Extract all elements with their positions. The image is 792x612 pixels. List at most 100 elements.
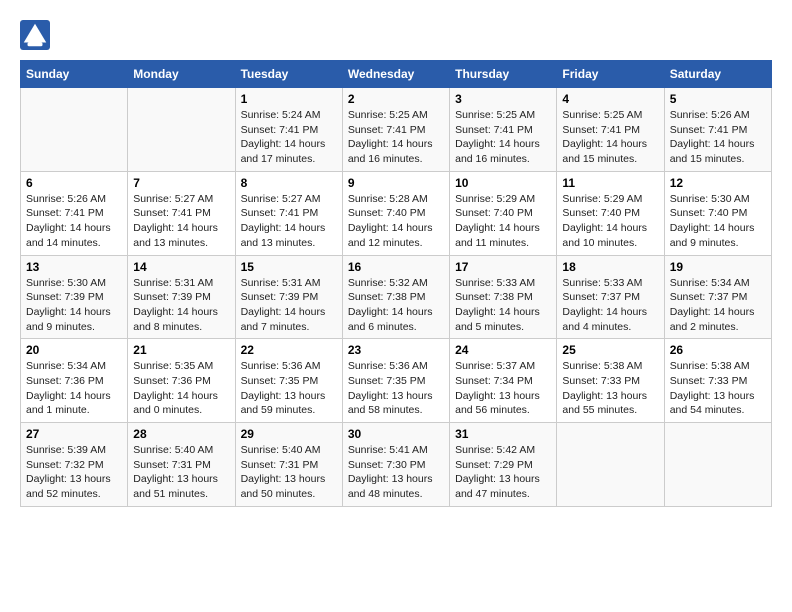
day-content: Sunrise: 5:26 AM Sunset: 7:41 PM Dayligh… <box>26 192 122 251</box>
col-header-wednesday: Wednesday <box>342 61 449 88</box>
day-content: Sunrise: 5:38 AM Sunset: 7:33 PM Dayligh… <box>670 359 766 418</box>
calendar-cell: 20 Sunrise: 5:34 AM Sunset: 7:36 PM Dayli… <box>21 339 128 423</box>
page-header <box>20 20 772 50</box>
calendar-cell: 23 Sunrise: 5:36 AM Sunset: 7:35 PM Dayli… <box>342 339 449 423</box>
day-content: Sunrise: 5:26 AM Sunset: 7:41 PM Dayligh… <box>670 108 766 167</box>
calendar-cell: 12 Sunrise: 5:30 AM Sunset: 7:40 PM Dayli… <box>664 171 771 255</box>
calendar-cell: 9 Sunrise: 5:28 AM Sunset: 7:40 PM Daylig… <box>342 171 449 255</box>
day-number: 11 <box>562 176 658 190</box>
col-header-friday: Friday <box>557 61 664 88</box>
calendar-cell: 31Sunrise: 5:42 AM Sunset: 7:29 PM Dayli… <box>450 423 557 507</box>
day-number: 12 <box>670 176 766 190</box>
week-row-4: 20 Sunrise: 5:34 AM Sunset: 7:36 PM Dayli… <box>21 339 772 423</box>
day-number: 7 <box>133 176 229 190</box>
day-number: 10 <box>455 176 551 190</box>
day-content: Sunrise: 5:31 AM Sunset: 7:39 PM Dayligh… <box>133 276 229 335</box>
calendar-cell: 1 Sunrise: 5:24 AM Sunset: 7:41 PM Daylig… <box>235 88 342 172</box>
day-number: 1 <box>241 92 337 106</box>
calendar-cell: 17Sunrise: 5:33 AM Sunset: 7:38 PM Dayli… <box>450 255 557 339</box>
day-number: 28 <box>133 427 229 441</box>
calendar-cell: 30Sunrise: 5:41 AM Sunset: 7:30 PM Dayli… <box>342 423 449 507</box>
day-content: Sunrise: 5:30 AM Sunset: 7:39 PM Dayligh… <box>26 276 122 335</box>
day-number: 26 <box>670 343 766 357</box>
calendar-header: SundayMondayTuesdayWednesdayThursdayFrid… <box>21 61 772 88</box>
day-number: 4 <box>562 92 658 106</box>
day-number: 27 <box>26 427 122 441</box>
day-content: Sunrise: 5:35 AM Sunset: 7:36 PM Dayligh… <box>133 359 229 418</box>
day-number: 24 <box>455 343 551 357</box>
calendar-cell: 26 Sunrise: 5:38 AM Sunset: 7:33 PM Dayli… <box>664 339 771 423</box>
day-content: Sunrise: 5:36 AM Sunset: 7:35 PM Dayligh… <box>348 359 444 418</box>
day-content: Sunrise: 5:30 AM Sunset: 7:40 PM Dayligh… <box>670 192 766 251</box>
day-number: 5 <box>670 92 766 106</box>
calendar-cell: 5 Sunrise: 5:26 AM Sunset: 7:41 PM Daylig… <box>664 88 771 172</box>
calendar-cell: 27 Sunrise: 5:39 AM Sunset: 7:32 PM Dayli… <box>21 423 128 507</box>
day-number: 20 <box>26 343 122 357</box>
calendar-cell: 29 Sunrise: 5:40 AM Sunset: 7:31 PM Dayli… <box>235 423 342 507</box>
calendar-cell: 3 Sunrise: 5:25 AM Sunset: 7:41 PM Daylig… <box>450 88 557 172</box>
calendar-cell: 22 Sunrise: 5:36 AM Sunset: 7:35 PM Dayli… <box>235 339 342 423</box>
day-content: Sunrise: 5:31 AM Sunset: 7:39 PM Dayligh… <box>241 276 337 335</box>
col-header-thursday: Thursday <box>450 61 557 88</box>
calendar-cell: 6Sunrise: 5:26 AM Sunset: 7:41 PM Daylig… <box>21 171 128 255</box>
day-number: 21 <box>133 343 229 357</box>
calendar-cell: 21 Sunrise: 5:35 AM Sunset: 7:36 PM Dayli… <box>128 339 235 423</box>
day-content: Sunrise: 5:24 AM Sunset: 7:41 PM Dayligh… <box>241 108 337 167</box>
day-content: Sunrise: 5:36 AM Sunset: 7:35 PM Dayligh… <box>241 359 337 418</box>
day-content: Sunrise: 5:34 AM Sunset: 7:37 PM Dayligh… <box>670 276 766 335</box>
calendar-cell: 4 Sunrise: 5:25 AM Sunset: 7:41 PM Daylig… <box>557 88 664 172</box>
col-header-monday: Monday <box>128 61 235 88</box>
logo <box>20 20 54 50</box>
week-row-3: 13 Sunrise: 5:30 AM Sunset: 7:39 PM Dayli… <box>21 255 772 339</box>
day-content: Sunrise: 5:42 AM Sunset: 7:29 PM Dayligh… <box>455 443 551 502</box>
day-content: Sunrise: 5:38 AM Sunset: 7:33 PM Dayligh… <box>562 359 658 418</box>
calendar-cell: 15Sunrise: 5:31 AM Sunset: 7:39 PM Dayli… <box>235 255 342 339</box>
calendar-cell <box>21 88 128 172</box>
calendar-table: SundayMondayTuesdayWednesdayThursdayFrid… <box>20 60 772 507</box>
day-number: 3 <box>455 92 551 106</box>
week-row-5: 27 Sunrise: 5:39 AM Sunset: 7:32 PM Dayli… <box>21 423 772 507</box>
calendar-cell: 8Sunrise: 5:27 AM Sunset: 7:41 PM Daylig… <box>235 171 342 255</box>
day-number: 23 <box>348 343 444 357</box>
day-content: Sunrise: 5:33 AM Sunset: 7:37 PM Dayligh… <box>562 276 658 335</box>
day-content: Sunrise: 5:40 AM Sunset: 7:31 PM Dayligh… <box>241 443 337 502</box>
day-number: 22 <box>241 343 337 357</box>
day-number: 29 <box>241 427 337 441</box>
day-content: Sunrise: 5:25 AM Sunset: 7:41 PM Dayligh… <box>455 108 551 167</box>
col-header-sunday: Sunday <box>21 61 128 88</box>
day-number: 13 <box>26 260 122 274</box>
calendar-cell: 28 Sunrise: 5:40 AM Sunset: 7:31 PM Dayli… <box>128 423 235 507</box>
calendar-cell: 24 Sunrise: 5:37 AM Sunset: 7:34 PM Dayli… <box>450 339 557 423</box>
day-content: Sunrise: 5:28 AM Sunset: 7:40 PM Dayligh… <box>348 192 444 251</box>
calendar-body: 1 Sunrise: 5:24 AM Sunset: 7:41 PM Daylig… <box>21 88 772 507</box>
calendar-cell: 7 Sunrise: 5:27 AM Sunset: 7:41 PM Daylig… <box>128 171 235 255</box>
day-content: Sunrise: 5:33 AM Sunset: 7:38 PM Dayligh… <box>455 276 551 335</box>
day-content: Sunrise: 5:39 AM Sunset: 7:32 PM Dayligh… <box>26 443 122 502</box>
calendar-cell: 11 Sunrise: 5:29 AM Sunset: 7:40 PM Dayli… <box>557 171 664 255</box>
day-content: Sunrise: 5:34 AM Sunset: 7:36 PM Dayligh… <box>26 359 122 418</box>
calendar-cell: 13 Sunrise: 5:30 AM Sunset: 7:39 PM Dayli… <box>21 255 128 339</box>
calendar-cell: 25 Sunrise: 5:38 AM Sunset: 7:33 PM Dayli… <box>557 339 664 423</box>
calendar-cell: 18 Sunrise: 5:33 AM Sunset: 7:37 PM Dayli… <box>557 255 664 339</box>
day-content: Sunrise: 5:29 AM Sunset: 7:40 PM Dayligh… <box>455 192 551 251</box>
day-number: 19 <box>670 260 766 274</box>
day-content: Sunrise: 5:25 AM Sunset: 7:41 PM Dayligh… <box>562 108 658 167</box>
day-content: Sunrise: 5:41 AM Sunset: 7:30 PM Dayligh… <box>348 443 444 502</box>
day-content: Sunrise: 5:29 AM Sunset: 7:40 PM Dayligh… <box>562 192 658 251</box>
day-content: Sunrise: 5:27 AM Sunset: 7:41 PM Dayligh… <box>133 192 229 251</box>
day-content: Sunrise: 5:27 AM Sunset: 7:41 PM Dayligh… <box>241 192 337 251</box>
calendar-cell: 19 Sunrise: 5:34 AM Sunset: 7:37 PM Dayli… <box>664 255 771 339</box>
day-content: Sunrise: 5:37 AM Sunset: 7:34 PM Dayligh… <box>455 359 551 418</box>
calendar-cell: 16Sunrise: 5:32 AM Sunset: 7:38 PM Dayli… <box>342 255 449 339</box>
week-row-2: 6Sunrise: 5:26 AM Sunset: 7:41 PM Daylig… <box>21 171 772 255</box>
day-number: 25 <box>562 343 658 357</box>
day-number: 9 <box>348 176 444 190</box>
col-header-tuesday: Tuesday <box>235 61 342 88</box>
day-content: Sunrise: 5:40 AM Sunset: 7:31 PM Dayligh… <box>133 443 229 502</box>
logo-icon <box>20 20 50 50</box>
day-number: 2 <box>348 92 444 106</box>
calendar-cell: 2Sunrise: 5:25 AM Sunset: 7:41 PM Daylig… <box>342 88 449 172</box>
day-number: 18 <box>562 260 658 274</box>
calendar-cell <box>664 423 771 507</box>
calendar-cell: 10 Sunrise: 5:29 AM Sunset: 7:40 PM Dayli… <box>450 171 557 255</box>
